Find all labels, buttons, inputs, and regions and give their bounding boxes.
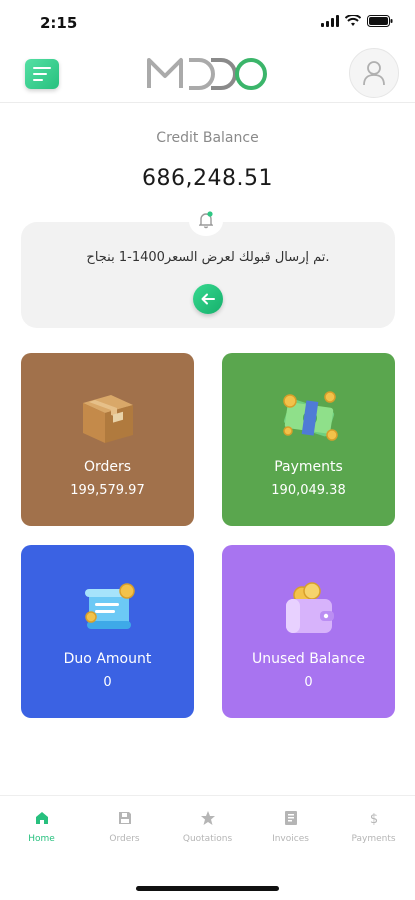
nav-label-invoices: Invoices bbox=[272, 834, 309, 844]
wallet-icon bbox=[286, 582, 334, 633]
nav-item-invoices[interactable]: Invoices bbox=[249, 810, 332, 844]
nav-item-payments[interactable]: $ Payments bbox=[332, 810, 415, 844]
orders-card-title: Orders bbox=[83, 459, 132, 475]
nav-label-payments: Payments bbox=[351, 834, 396, 844]
unused-balance-card[interactable]: Unused Balance 0 bbox=[222, 545, 395, 718]
status-time: 2:15 bbox=[40, 14, 78, 32]
status-icons bbox=[321, 15, 393, 27]
save-icon bbox=[118, 812, 131, 824]
nav-item-orders[interactable]: Orders bbox=[83, 810, 166, 844]
mddo-logo bbox=[147, 58, 267, 90]
wifi-icon bbox=[345, 15, 361, 26]
duo-amount-card-value: 0 bbox=[103, 675, 112, 690]
user-icon bbox=[363, 61, 385, 86]
notification-card: .تم إرسال قبولك لعرض السعر1400-1 بنجاح bbox=[21, 222, 395, 328]
duo-amount-card-title: Duo Amount bbox=[63, 651, 152, 667]
duo-amount-card[interactable]: Duo Amount 0 bbox=[21, 545, 194, 718]
credit-balance-value: 686,248.51 bbox=[142, 166, 273, 191]
status-bar: 2:15 bbox=[0, 0, 415, 44]
receipt-icon bbox=[85, 583, 135, 629]
money-icon bbox=[283, 391, 338, 441]
home-indicator bbox=[136, 886, 279, 891]
notification-action-button[interactable] bbox=[193, 284, 223, 314]
home-icon bbox=[35, 812, 48, 824]
bottom-navigation: Home Orders Quotations Invoices $ Paymen… bbox=[0, 795, 415, 866]
nav-label-orders: Orders bbox=[109, 834, 140, 844]
nav-item-quotations[interactable]: Quotations bbox=[166, 810, 249, 844]
orders-card[interactable]: Orders 199,579.97 bbox=[21, 353, 194, 526]
svg-text:$: $ bbox=[369, 812, 377, 826]
battery-icon bbox=[367, 15, 393, 27]
signal-icon bbox=[321, 15, 339, 27]
menu-icon bbox=[33, 67, 51, 81]
bell-badge bbox=[189, 206, 223, 236]
nav-item-home[interactable]: Home bbox=[0, 810, 83, 844]
app-header bbox=[0, 44, 415, 103]
nav-label-home: Home bbox=[28, 834, 55, 844]
profile-button[interactable] bbox=[349, 48, 399, 98]
invoice-icon bbox=[284, 811, 297, 825]
box-icon bbox=[83, 395, 133, 443]
notification-message: .تم إرسال قبولك لعرض السعر1400-1 بنجاح bbox=[86, 250, 330, 265]
unused-balance-card-title: Unused Balance bbox=[251, 651, 366, 667]
menu-button[interactable] bbox=[25, 59, 59, 89]
payments-card[interactable]: Payments 190,049.38 bbox=[222, 353, 395, 526]
credit-balance-label: Credit Balance bbox=[156, 130, 259, 146]
star-icon bbox=[200, 811, 215, 825]
dollar-icon: $ bbox=[369, 812, 377, 826]
orders-card-value: 199,579.97 bbox=[70, 483, 145, 498]
bell-icon bbox=[199, 211, 213, 229]
unused-balance-card-value: 0 bbox=[304, 675, 313, 690]
nav-label-quotations: Quotations bbox=[182, 834, 233, 844]
arrow-left-icon bbox=[201, 293, 215, 305]
payments-card-title: Payments bbox=[274, 459, 343, 475]
payments-card-value: 190,049.38 bbox=[271, 483, 346, 498]
